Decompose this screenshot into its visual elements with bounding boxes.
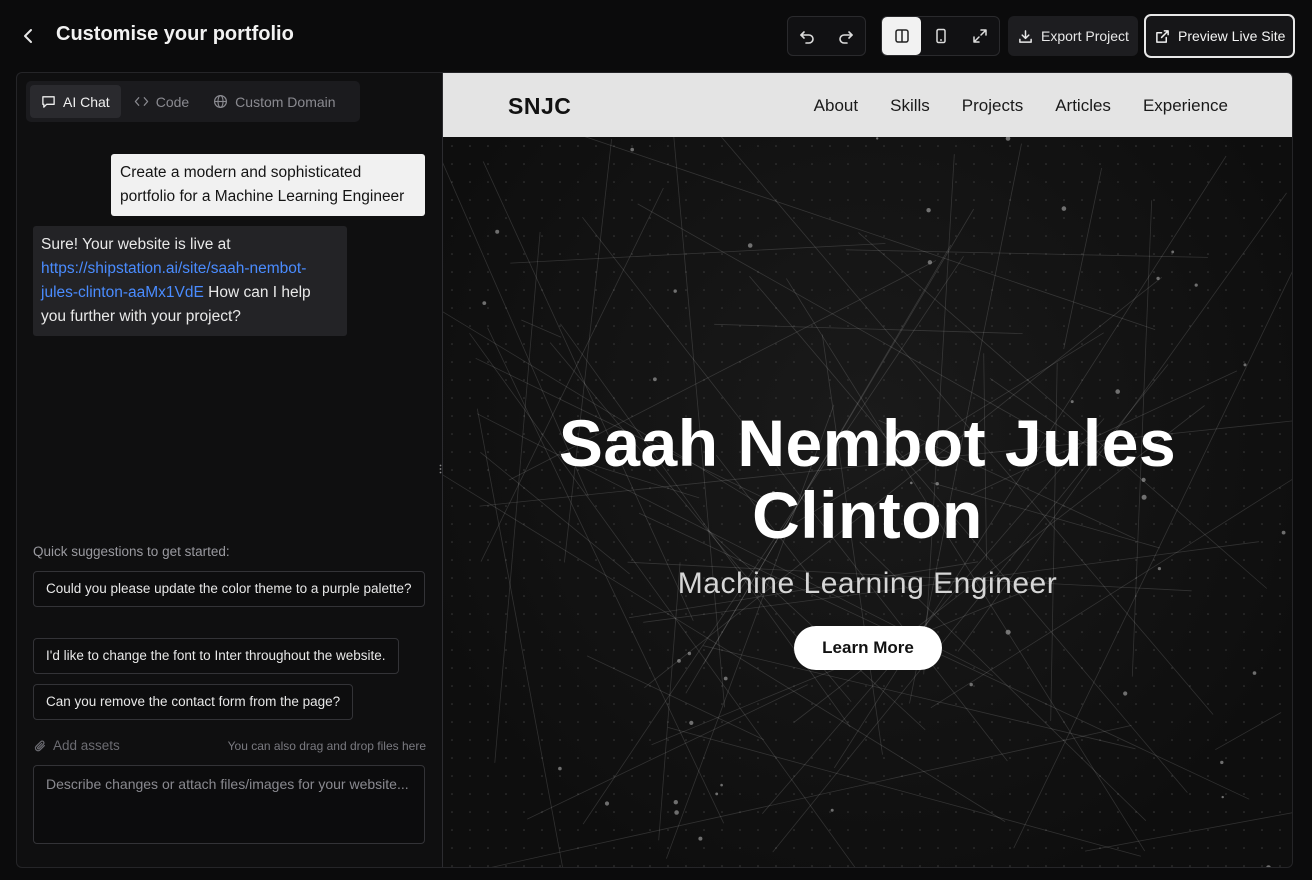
chevron-left-icon — [24, 29, 32, 43]
external-link-icon — [1156, 29, 1169, 43]
export-project-label: Export Project — [1041, 28, 1129, 44]
learn-more-button[interactable]: Learn More — [794, 626, 942, 670]
suggestion-item[interactable]: Could you please update the color theme … — [33, 571, 425, 607]
site-nav-experience[interactable]: Experience — [1143, 96, 1228, 116]
background-particle — [558, 766, 562, 771]
preview-live-site-button[interactable]: Preview Live Site — [1144, 14, 1295, 58]
hero-section: Saah Nembot Jules Clinton Machine Learni… — [443, 137, 1292, 867]
site-nav-articles[interactable]: Articles — [1055, 96, 1111, 116]
editor-panel: AI Chat Code Custom Domain Create a mode… — [16, 72, 442, 868]
background-particle — [673, 800, 678, 805]
drag-drop-hint: You can also drag and drop files here — [227, 739, 426, 753]
hero-name: Saah Nembot Jules Clinton — [443, 407, 1292, 551]
history-controls — [787, 16, 866, 56]
site-preview: SNJC About Skills Projects Articles Expe… — [442, 72, 1293, 868]
site-nav-projects[interactable]: Projects — [962, 96, 1023, 116]
add-assets-button[interactable]: Add assets — [33, 738, 120, 753]
download-icon — [1019, 29, 1032, 43]
site-nav-skills[interactable]: Skills — [890, 96, 930, 116]
tab-custom-domain-label: Custom Domain — [235, 93, 336, 110]
background-particle — [653, 377, 657, 382]
chat-icon — [42, 96, 55, 108]
background-particle — [495, 229, 500, 234]
suggestion-item[interactable]: I'd like to change the font to Inter thr… — [33, 638, 399, 674]
background-particle — [1171, 250, 1175, 254]
assistant-message: Sure! Your website is live at https://sh… — [33, 226, 347, 336]
suggestions-title: Quick suggestions to get started: — [33, 544, 230, 559]
site-nav-about[interactable]: About — [814, 96, 858, 116]
site-navbar: SNJC About Skills Projects Articles Expe… — [443, 73, 1292, 137]
site-logo[interactable]: SNJC — [508, 93, 571, 120]
preview-live-site-label: Preview Live Site — [1178, 28, 1286, 44]
globe-icon — [214, 94, 228, 109]
assistant-message-prefix: Sure! Your website is live at — [41, 236, 231, 253]
mobile-icon — [935, 28, 946, 44]
background-particle — [1252, 671, 1257, 675]
code-icon — [134, 97, 148, 106]
hero-subtitle: Machine Learning Engineer — [677, 567, 1058, 600]
tab-code[interactable]: Code — [123, 85, 200, 118]
background-particle — [1070, 400, 1074, 404]
expand-icon — [972, 29, 987, 43]
paperclip-icon — [34, 740, 45, 751]
background-particle — [747, 243, 753, 248]
background-particle — [1221, 795, 1224, 799]
background-particle — [1220, 760, 1224, 765]
background-particle — [926, 208, 931, 213]
back-button[interactable] — [16, 22, 42, 50]
tab-ai-chat[interactable]: AI Chat — [30, 85, 121, 118]
background-particle — [687, 651, 692, 656]
background-particle — [1243, 363, 1247, 367]
site-nav-links: About Skills Projects Articles Experienc… — [814, 96, 1228, 116]
background-particle — [1194, 283, 1198, 287]
background-particle — [482, 301, 487, 305]
suggestion-item[interactable]: Can you remove the contact form from the… — [33, 684, 354, 720]
tab-code-label: Code — [155, 93, 190, 110]
background-particle — [1115, 389, 1120, 394]
background-particle — [720, 783, 723, 787]
redo-button[interactable] — [827, 17, 866, 55]
background-particle — [1156, 276, 1160, 281]
chat-input[interactable] — [33, 765, 425, 844]
background-particle — [630, 147, 634, 152]
undo-icon — [800, 31, 815, 44]
background-particle — [677, 659, 681, 663]
background-particle — [1061, 206, 1067, 211]
redo-icon — [838, 31, 853, 44]
mobile-view-button[interactable] — [921, 17, 960, 55]
background-particle — [927, 260, 933, 265]
top-bar: Customise your portfolio Export Project … — [0, 0, 1312, 72]
background-particle — [715, 792, 719, 796]
tab-custom-domain[interactable]: Custom Domain — [202, 85, 346, 118]
background-particle — [1005, 629, 1011, 635]
background-particle — [698, 836, 703, 841]
hero-name-line-2: Clinton — [752, 478, 983, 552]
split-view-button[interactable] — [882, 17, 921, 55]
page-title: Customise your portfolio — [56, 23, 294, 45]
background-particle — [604, 801, 610, 806]
view-mode-controls — [881, 16, 1000, 56]
user-message: Create a modern and sophisticated portfo… — [111, 154, 425, 216]
background-particle — [830, 808, 834, 812]
export-project-button[interactable]: Export Project — [1008, 16, 1138, 56]
background-particle — [689, 720, 694, 726]
undo-button[interactable] — [788, 17, 827, 55]
background-particle — [969, 682, 973, 687]
add-assets-label: Add assets — [53, 738, 120, 753]
background-particle — [673, 289, 677, 293]
hero-name-line-1: Saah Nembot Jules — [558, 406, 1177, 480]
panel-tabs: AI Chat Code Custom Domain — [26, 81, 360, 122]
fullscreen-button[interactable] — [960, 17, 999, 55]
background-particle — [723, 676, 728, 681]
tab-ai-chat-label: AI Chat — [63, 93, 110, 110]
split-view-icon — [894, 29, 909, 43]
background-particle — [876, 137, 879, 140]
background-particle — [1123, 691, 1128, 696]
background-particle — [674, 810, 679, 815]
